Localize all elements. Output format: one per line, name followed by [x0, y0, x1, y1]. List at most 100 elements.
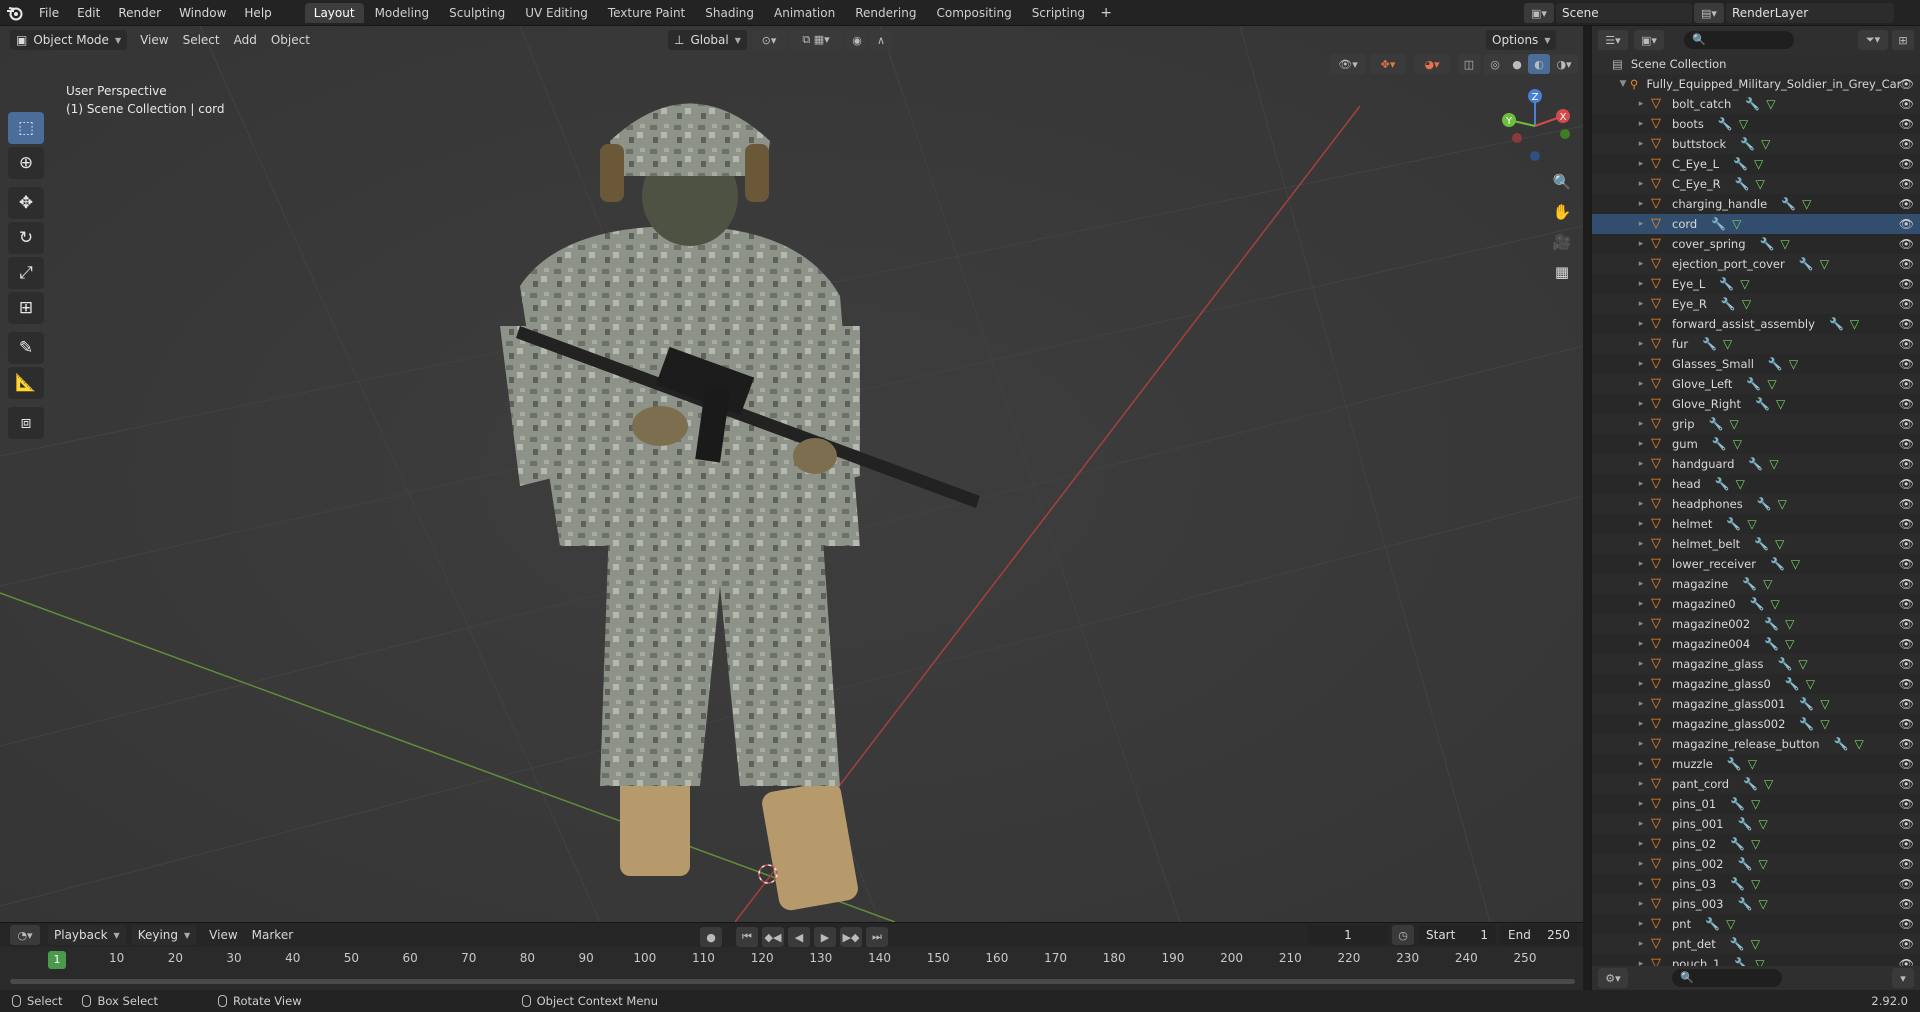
expand-triangle-icon[interactable]: ▸: [1634, 939, 1648, 949]
eye-icon[interactable]: 👁: [1899, 417, 1914, 431]
perspective-grid-icon[interactable]: ▦: [1548, 258, 1576, 286]
tab-scripting[interactable]: Scripting: [1023, 3, 1094, 23]
mesh-data-icon[interactable]: ▽: [1742, 297, 1751, 311]
scene-browse-icon[interactable]: ▣▾: [1524, 3, 1554, 23]
expand-triangle-icon[interactable]: ▸: [1634, 899, 1648, 909]
eye-icon[interactable]: 👁: [1899, 797, 1914, 811]
jump-start-icon[interactable]: ⏮: [736, 927, 758, 947]
mesh-data-icon[interactable]: ▽: [1733, 437, 1742, 451]
expand-triangle-icon[interactable]: ▸: [1634, 259, 1648, 269]
modifier-wrench-icon[interactable]: 🔧: [1764, 617, 1779, 631]
eye-icon[interactable]: 👁: [1899, 97, 1914, 111]
modifier-wrench-icon[interactable]: 🔧: [1730, 797, 1745, 811]
mesh-data-icon[interactable]: ▽: [1855, 737, 1864, 751]
eye-icon[interactable]: 👁: [1899, 837, 1914, 851]
mesh-data-icon[interactable]: ▽: [1723, 337, 1732, 351]
mesh-data-icon[interactable]: ▽: [1820, 697, 1829, 711]
eye-icon[interactable]: 👁: [1899, 217, 1914, 231]
wireframe-shading-icon[interactable]: ◎: [1484, 54, 1506, 74]
timeline-scrollbar[interactable]: [10, 979, 1575, 984]
mesh-data-icon[interactable]: ▽: [1739, 117, 1748, 131]
modifier-wrench-icon[interactable]: 🔧: [1712, 437, 1727, 451]
expand-triangle-icon[interactable]: ▸: [1634, 519, 1648, 529]
expand-triangle-icon[interactable]: ▸: [1634, 799, 1648, 809]
preview-range-icon[interactable]: ◷: [1392, 925, 1414, 945]
modifier-wrench-icon[interactable]: 🔧: [1745, 97, 1760, 111]
mesh-data-icon[interactable]: ▽: [1761, 137, 1770, 151]
mesh-data-icon[interactable]: ▽: [1785, 617, 1794, 631]
mesh-data-icon[interactable]: ▽: [1751, 937, 1760, 951]
gizmo-toggle-icon[interactable]: ✥▾: [1370, 54, 1406, 74]
collection-row[interactable]: ▼ ⚲ Fully_Equipped_Military_Soldier_in_G…: [1592, 74, 1920, 94]
outliner-item[interactable]: ▸ ▽ fur 🔧 ▽ 👁: [1592, 334, 1920, 354]
rotate-tool-icon[interactable]: ↻: [8, 222, 44, 254]
expand-triangle-icon[interactable]: ▸: [1634, 119, 1648, 129]
outliner-item[interactable]: ▸ ▽ Glasses_Small 🔧 ▽ 👁: [1592, 354, 1920, 374]
modifier-wrench-icon[interactable]: 🔧: [1781, 197, 1796, 211]
outliner-item[interactable]: ▸ ▽ pant_cord 🔧 ▽ 👁: [1592, 774, 1920, 794]
outliner-item[interactable]: ▸ ▽ magazine 🔧 ▽ 👁: [1592, 574, 1920, 594]
play-icon[interactable]: ▶: [814, 927, 836, 947]
modifier-wrench-icon[interactable]: 🔧: [1764, 637, 1779, 651]
transform-orientation-dropdown[interactable]: ⊥ Global ▼: [668, 30, 747, 50]
falloff-icon[interactable]: ∧: [870, 30, 892, 50]
eye-icon[interactable]: 👁: [1899, 557, 1914, 571]
start-frame-field[interactable]: Start 1: [1418, 925, 1496, 945]
outliner-item[interactable]: ▸ ▽ pnt 🔧 ▽ 👁: [1592, 914, 1920, 934]
tab-uv-editing[interactable]: UV Editing: [516, 3, 597, 23]
modifier-wrench-icon[interactable]: 🔧: [1702, 337, 1717, 351]
expand-triangle-icon[interactable]: ▸: [1634, 339, 1648, 349]
expand-triangle-icon[interactable]: ▼: [1616, 79, 1630, 89]
3d-viewport[interactable]: ▣ Object Mode ▼ View Select Add Object ⊥ …: [0, 26, 1583, 922]
eye-icon[interactable]: 👁: [1899, 757, 1914, 771]
tab-animation[interactable]: Animation: [765, 3, 844, 23]
pan-hand-icon[interactable]: ✋: [1548, 198, 1576, 226]
modifier-wrench-icon[interactable]: 🔧: [1757, 497, 1772, 511]
annotate-tool-icon[interactable]: ✎: [8, 332, 44, 364]
eye-icon[interactable]: 👁: [1899, 917, 1914, 931]
modifier-wrench-icon[interactable]: 🔧: [1709, 417, 1724, 431]
modifier-wrench-icon[interactable]: 🔧: [1748, 457, 1763, 471]
expand-triangle-icon[interactable]: ▸: [1634, 839, 1648, 849]
tab-modeling[interactable]: Modeling: [366, 3, 439, 23]
next-keyframe-icon[interactable]: ▶◆: [840, 927, 862, 947]
timeline-menu-marker[interactable]: Marker: [245, 928, 300, 942]
expand-triangle-icon[interactable]: ▸: [1634, 739, 1648, 749]
outliner-item[interactable]: ▸ ▽ gum 🔧 ▽ 👁: [1592, 434, 1920, 454]
outliner-item[interactable]: ▸ ▽ cover_spring 🔧 ▽ 👁: [1592, 234, 1920, 254]
eye-icon[interactable]: 👁: [1899, 137, 1914, 151]
mesh-data-icon[interactable]: ▽: [1776, 397, 1785, 411]
mesh-data-icon[interactable]: ▽: [1740, 277, 1749, 291]
mesh-data-icon[interactable]: ▽: [1806, 677, 1815, 691]
expand-triangle-icon[interactable]: ▸: [1634, 919, 1648, 929]
expand-triangle-icon[interactable]: ▸: [1634, 419, 1648, 429]
expand-triangle-icon[interactable]: ▸: [1634, 279, 1648, 289]
outliner-item[interactable]: ▸ ▽ lower_receiver 🔧 ▽ 👁: [1592, 554, 1920, 574]
tab-texture-paint[interactable]: Texture Paint: [599, 3, 694, 23]
render-layer-selector[interactable]: RenderLayer: [1726, 3, 1894, 23]
mesh-data-icon[interactable]: ▽: [1726, 917, 1735, 931]
modifier-wrench-icon[interactable]: 🔧: [1834, 737, 1849, 751]
outliner-item[interactable]: ▸ ▽ helmet 🔧 ▽ 👁: [1592, 514, 1920, 534]
expand-triangle-icon[interactable]: ▸: [1634, 779, 1648, 789]
expand-triangle-icon[interactable]: ▸: [1634, 139, 1648, 149]
expand-triangle-icon[interactable]: ▸: [1634, 659, 1648, 669]
outliner-item[interactable]: ▸ ▽ pnt_det 🔧 ▽ 👁: [1592, 934, 1920, 954]
expand-triangle-icon[interactable]: ▸: [1634, 379, 1648, 389]
jump-end-icon[interactable]: ⏭: [866, 927, 888, 947]
current-frame-field[interactable]: 1: [1308, 925, 1388, 945]
expand-triangle-icon[interactable]: ▸: [1634, 579, 1648, 589]
eye-icon[interactable]: 👁: [1899, 717, 1914, 731]
eye-icon[interactable]: 👁: [1899, 877, 1914, 891]
outliner-item[interactable]: ▸ ▽ head 🔧 ▽ 👁: [1592, 474, 1920, 494]
mesh-data-icon[interactable]: ▽: [1729, 417, 1738, 431]
tab-layout[interactable]: Layout: [304, 2, 364, 23]
timeline-menu-view[interactable]: View: [202, 928, 244, 942]
expand-triangle-icon[interactable]: ▸: [1634, 459, 1648, 469]
modifier-wrench-icon[interactable]: 🔧: [1737, 897, 1752, 911]
properties-search-input[interactable]: 🔍: [1672, 969, 1782, 987]
new-collection-icon[interactable]: ⊞: [1892, 30, 1914, 50]
outliner-item[interactable]: ▸ ▽ magazine004 🔧 ▽ 👁: [1592, 634, 1920, 654]
mesh-data-icon[interactable]: ▽: [1802, 197, 1811, 211]
filter-icon[interactable]: ⏷▾: [1858, 30, 1888, 50]
